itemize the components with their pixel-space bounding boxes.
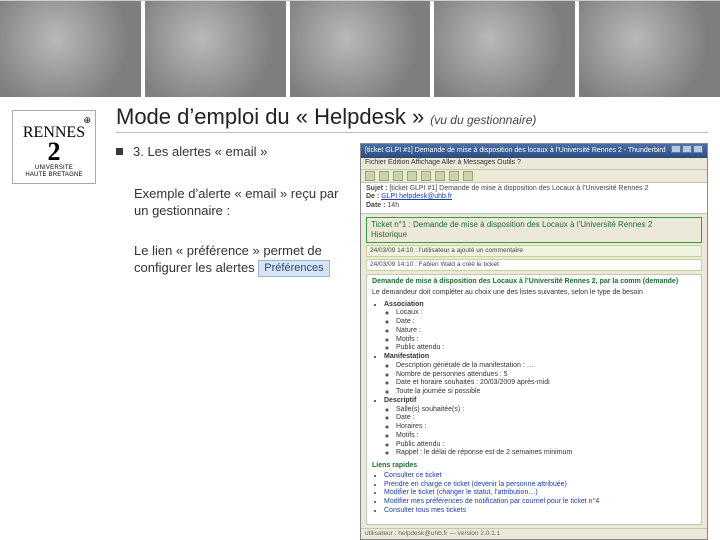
- toolbar-icon[interactable]: [463, 171, 473, 181]
- desc-label: Descriptif: [384, 397, 416, 404]
- email-menubar[interactable]: Fichier Édition Affichage Aller à Messag…: [361, 158, 707, 170]
- quick-link[interactable]: Prendre en charge ce ticket (devenir la …: [384, 481, 696, 490]
- list-item: Public attendu :: [396, 441, 696, 450]
- title-subscript: (vu du gestionnaire): [430, 113, 536, 127]
- banner-tile: [290, 1, 435, 97]
- ticket-title: Ticket n°1 : Demande de mise à dispositi…: [371, 220, 697, 230]
- preferences-badge[interactable]: Préférences: [258, 260, 329, 277]
- label-from: De :: [366, 193, 379, 200]
- email-window-titlebar: [ticket GLPI #1] Demande de mise à dispo…: [361, 144, 707, 158]
- quick-link[interactable]: Modifier mes préférences de notification…: [384, 498, 696, 507]
- banner-tile: [145, 1, 290, 97]
- quick-link[interactable]: Consulter ce ticket: [384, 472, 696, 481]
- page-title: Mode d’emploi du « Helpdesk » (vu du ges…: [116, 104, 708, 130]
- list-item: Public attendu :: [396, 344, 696, 353]
- banner-tile: [434, 1, 579, 97]
- quick-link[interactable]: Consulter tous mes tickets: [384, 507, 696, 516]
- email-footer: utilisateur : helpdesk@uhb.fr — version …: [361, 528, 707, 539]
- email-screenshot: [ticket GLPI #1] Demande de mise à dispo…: [360, 143, 708, 540]
- toolbar-icon[interactable]: [449, 171, 459, 181]
- quick-link[interactable]: Modifier le ticket (changer le statut, l…: [384, 489, 696, 498]
- list-item: Horaires :: [396, 423, 696, 432]
- value-from[interactable]: GLPI helpdesk@uhb.fr: [381, 193, 452, 200]
- close-icon[interactable]: [693, 145, 703, 153]
- maximize-icon[interactable]: [682, 145, 692, 153]
- bullet-icon: [116, 148, 123, 155]
- list-item: Date et horaire souhaités : 20/03/2009 a…: [396, 379, 696, 388]
- list-item: Rappel : le délai de réponse est de 2 se…: [396, 449, 696, 458]
- toolbar-icon[interactable]: [365, 171, 375, 181]
- list-item: Salle(s) souhaitée(s) :: [396, 406, 696, 415]
- list-item: Toute la journée si possible: [396, 388, 696, 397]
- toolbar-icon[interactable]: [393, 171, 403, 181]
- manif-label: Manifestation: [384, 353, 429, 360]
- window-controls: [670, 145, 703, 157]
- quick-links-title: Liens rapides: [372, 462, 696, 471]
- assoc-label: Association: [384, 301, 424, 308]
- paragraph-example: Exemple d’alerte « email » reçu par un g…: [134, 185, 346, 220]
- history-entry: 24/03/09 14:10 : Fabien Wald a créé le t…: [366, 259, 702, 271]
- email-body: Demande de mise à disposition des Locaux…: [366, 274, 702, 525]
- list-item: Date :: [396, 414, 696, 423]
- list-item: Nature :: [396, 327, 696, 336]
- value-date: 14h: [387, 202, 399, 209]
- body-heading: Demande de mise à disposition des Locaux…: [372, 278, 696, 287]
- university-logo: ⊕ RENNES 2 UNIVERSITE HAUTE BRETAGNE: [12, 110, 96, 184]
- history-entry: 24/03/09 14:10 : l’utilisateur a ajouté …: [366, 245, 702, 257]
- section-title: 3. Les alertes « email »: [133, 143, 267, 161]
- ticket-title-box: Ticket n°1 : Demande de mise à dispositi…: [366, 217, 702, 243]
- value-subject: [ticket GLPI #1] Demande de mise à dispo…: [389, 185, 648, 192]
- email-window-title: [ticket GLPI #1] Demande de mise à dispo…: [365, 147, 666, 156]
- title-rule: [116, 132, 708, 133]
- email-headers: Sujet : [ticket GLPI #1] Demande de mise…: [361, 183, 707, 214]
- title-main: Mode d’emploi du « Helpdesk »: [116, 104, 430, 129]
- logo-line-two: 2: [13, 138, 95, 165]
- ticket-subtitle: Historique: [371, 230, 697, 240]
- label-subject: Sujet :: [366, 185, 387, 192]
- header-banner: [0, 1, 720, 99]
- explanatory-text: 3. Les alertes « email » Exemple d’alert…: [116, 143, 346, 540]
- toolbar-icon[interactable]: [421, 171, 431, 181]
- banner-tile: [0, 1, 145, 97]
- list-item: Motifs :: [396, 432, 696, 441]
- list-item: Locaux :: [396, 309, 696, 318]
- toolbar-icon[interactable]: [407, 171, 417, 181]
- banner-tile: [579, 1, 720, 97]
- logo-column: ⊕ RENNES 2 UNIVERSITE HAUTE BRETAGNE: [0, 100, 110, 540]
- body-intro: Le demandeur doit compléter au choix une…: [372, 289, 696, 298]
- logo-line-region: HAUTE BRETAGNE: [13, 172, 95, 178]
- list-item: Motifs :: [396, 336, 696, 345]
- list-item: Description générale de la manifestation…: [396, 362, 696, 371]
- label-date: Date :: [366, 202, 385, 209]
- email-toolbar[interactable]: [361, 170, 707, 183]
- toolbar-icon[interactable]: [435, 171, 445, 181]
- list-item: Nombre de personnes attendues : 5: [396, 371, 696, 380]
- toolbar-icon[interactable]: [379, 171, 389, 181]
- minimize-icon[interactable]: [671, 145, 681, 153]
- list-item: Date :: [396, 318, 696, 327]
- paragraph-preference: Le lien « préférence » permet de configu…: [134, 242, 346, 278]
